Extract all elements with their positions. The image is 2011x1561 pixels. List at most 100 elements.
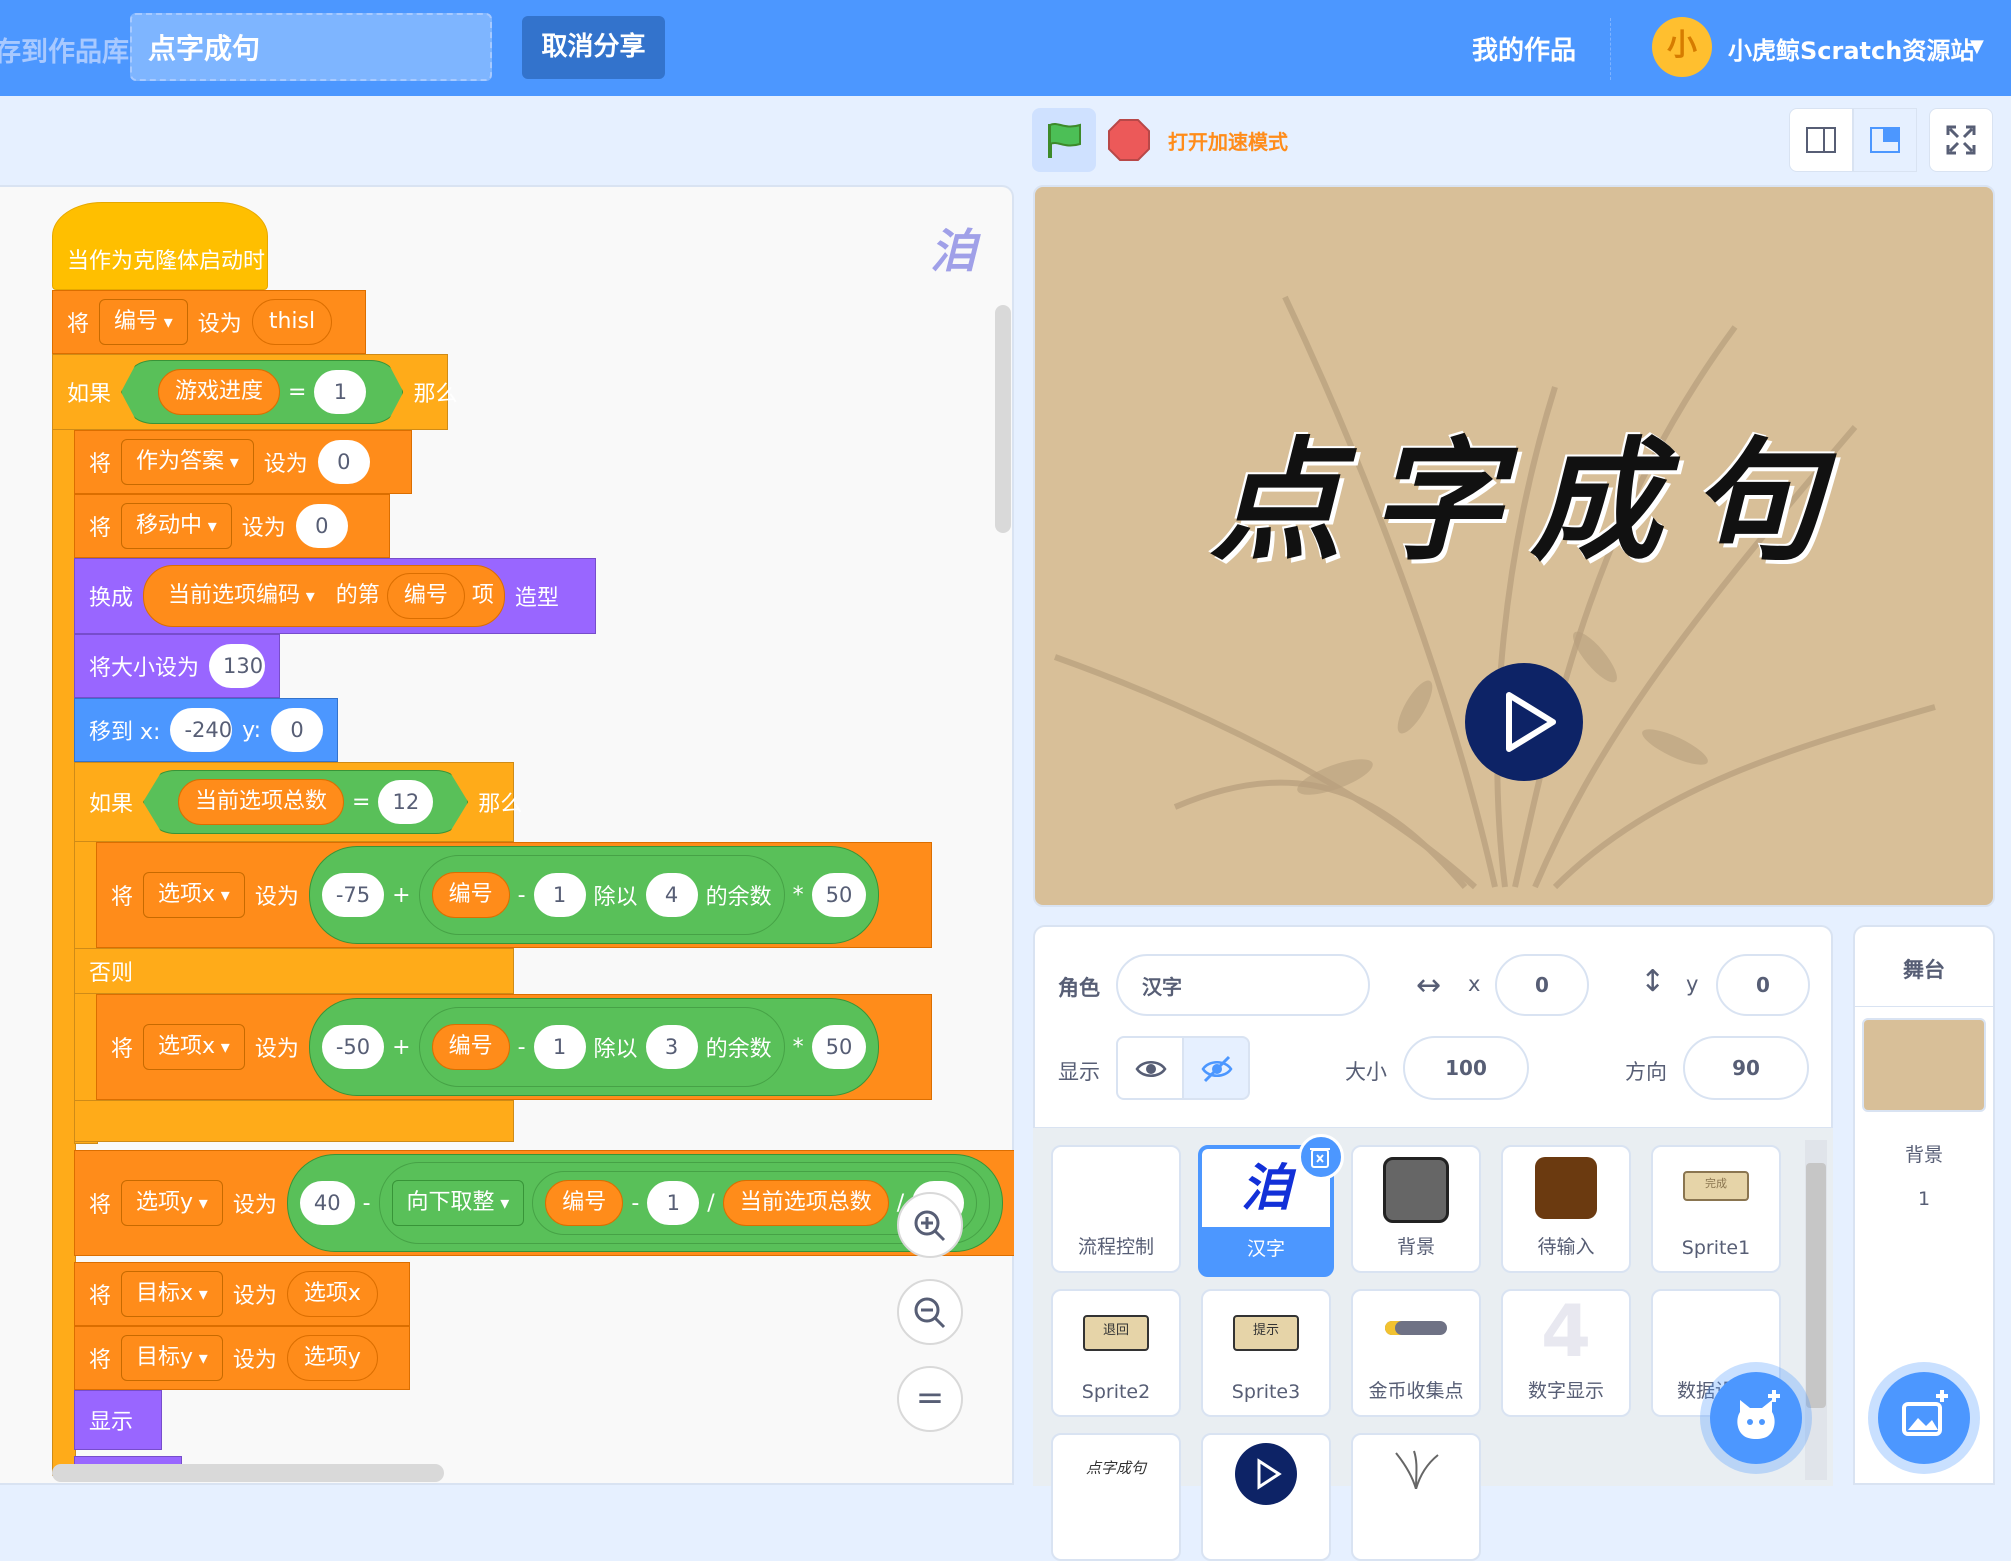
- zoom-out-button[interactable]: [897, 1279, 963, 1345]
- number-input[interactable]: 12: [378, 780, 434, 824]
- y-input[interactable]: 0: [271, 708, 323, 752]
- set-size-block[interactable]: 将大小设为 130: [74, 634, 280, 698]
- number-input[interactable]: 40: [299, 1181, 355, 1225]
- zoom-reset-button[interactable]: =: [897, 1366, 963, 1432]
- item-of-list-reporter[interactable]: 当前选项编码 的第 编号 项: [143, 565, 505, 627]
- number-input[interactable]: 0: [317, 440, 370, 484]
- variable-dropdown[interactable]: 选项x: [143, 872, 245, 918]
- set-variable-block[interactable]: 将 移动中 设为 0: [74, 494, 390, 558]
- x-input[interactable]: [1495, 954, 1589, 1016]
- small-stage-button[interactable]: [1789, 108, 1853, 172]
- set-variable-block[interactable]: 将 作为答案 设为 0: [74, 430, 412, 494]
- multiply-operator[interactable]: -75 + 编号 - 1 除以 4 的余数 * 50: [308, 846, 880, 944]
- sprite-list-scrollbar[interactable]: [1806, 1163, 1826, 1408]
- sprite-tile[interactable]: [1201, 1433, 1331, 1561]
- set-variable-block[interactable]: 将 选项x 设为 -75 + 编号 - 1 除以 4 的余数 * 50: [96, 842, 932, 948]
- if-else-block[interactable]: 如果 当前选项总数 = 12 那么: [74, 762, 522, 842]
- set-variable-block[interactable]: 将 选项x 设为 -50 + 编号 - 1 除以 3 的余数 * 50: [96, 994, 932, 1100]
- sprite-tile[interactable]: 提示 Sprite3: [1201, 1289, 1331, 1417]
- equals-operator[interactable]: 游戏进度 = 1: [121, 360, 404, 424]
- set-variable-block[interactable]: 将 选项y 设为 40 - 向下取整 编号 - 1 / 当前选项总数 / 3: [74, 1150, 1014, 1256]
- variable-dropdown[interactable]: 作为答案: [121, 439, 254, 485]
- number-input[interactable]: 50: [811, 1025, 867, 1069]
- zoom-in-button[interactable]: [897, 1192, 963, 1258]
- variable-reporter[interactable]: 编号: [545, 1180, 624, 1226]
- unshare-button[interactable]: 取消分享: [522, 16, 665, 79]
- value-reporter[interactable]: thisl: [251, 299, 333, 345]
- hide-sprite-button[interactable]: [1182, 1036, 1250, 1100]
- account-name[interactable]: 小虎鲸Scratch资源站: [1728, 31, 1974, 66]
- math-function-dropdown[interactable]: 向下取整: [391, 1180, 525, 1226]
- sprite-tile[interactable]: [1351, 1433, 1481, 1561]
- add-backdrop-button[interactable]: [1878, 1372, 1970, 1464]
- variable-reporter[interactable]: 编号: [431, 1024, 510, 1070]
- my-works-link[interactable]: 我的作品: [1472, 30, 1576, 67]
- fullscreen-button[interactable]: [1929, 108, 1993, 172]
- variable-reporter[interactable]: 当前选项总数: [722, 1180, 889, 1226]
- direction-input[interactable]: [1683, 1036, 1809, 1100]
- project-title-input[interactable]: [130, 13, 492, 81]
- backdrop-thumbnail[interactable]: [1862, 1018, 1986, 1112]
- variable-reporter[interactable]: 当前选项总数: [178, 779, 345, 825]
- number-input[interactable]: -50: [321, 1025, 385, 1069]
- switch-costume-block[interactable]: 换成 当前选项编码 的第 编号 项 造型: [74, 558, 596, 634]
- list-dropdown[interactable]: 当前选项编码: [154, 574, 329, 618]
- horizontal-scrollbar[interactable]: [52, 1464, 444, 1482]
- variable-reporter[interactable]: 选项x: [286, 1271, 378, 1317]
- variable-dropdown[interactable]: 选项x: [143, 1024, 245, 1070]
- number-input[interactable]: 50: [811, 873, 867, 917]
- when-start-as-clone-block[interactable]: 当作为克隆体启动时: [52, 202, 268, 290]
- sprite-tile[interactable]: 待输入: [1501, 1145, 1631, 1273]
- equals-operator[interactable]: 当前选项总数 = 12: [143, 770, 469, 834]
- number-input[interactable]: 1: [533, 873, 586, 917]
- sprite-tile[interactable]: 点字成句: [1051, 1433, 1181, 1561]
- add-sprite-button[interactable]: [1710, 1372, 1802, 1464]
- variable-dropdown[interactable]: 移动中: [121, 503, 232, 549]
- avatar[interactable]: 小: [1652, 17, 1712, 77]
- normal-stage-button[interactable]: [1853, 108, 1917, 172]
- delete-sprite-button[interactable]: [1298, 1134, 1344, 1180]
- size-input[interactable]: [1403, 1036, 1529, 1100]
- sprite-name-input[interactable]: [1116, 954, 1370, 1016]
- x-input[interactable]: -240: [170, 708, 233, 752]
- vertical-scrollbar[interactable]: [995, 305, 1011, 533]
- number-input[interactable]: 0: [295, 504, 348, 548]
- turbo-mode-toggle[interactable]: 打开加速模式: [1168, 126, 1288, 155]
- if-block[interactable]: 如果 游戏进度 = 1 那么: [52, 354, 457, 430]
- mod-operator[interactable]: 编号 - 1 除以 4 的余数: [418, 855, 785, 935]
- save-to-library-link[interactable]: 存到作品库: [0, 30, 129, 69]
- show-sprite-button[interactable]: [1116, 1036, 1184, 1100]
- y-input[interactable]: [1716, 954, 1810, 1016]
- multiply-operator[interactable]: -50 + 编号 - 1 除以 3 的余数 * 50: [308, 998, 880, 1096]
- number-input[interactable]: 4: [645, 873, 698, 917]
- set-variable-block[interactable]: 将 编号 设为 thisl: [52, 290, 366, 354]
- chevron-down-icon[interactable]: ▼: [1970, 36, 1984, 57]
- set-variable-block[interactable]: 将 目标x 设为 选项x: [74, 1262, 410, 1326]
- number-input[interactable]: 1: [533, 1025, 586, 1069]
- variable-reporter[interactable]: 游戏进度: [158, 369, 281, 415]
- number-input[interactable]: -75: [321, 873, 385, 917]
- number-input[interactable]: 1: [314, 370, 367, 414]
- variable-dropdown[interactable]: 选项y: [121, 1180, 223, 1226]
- number-input[interactable]: 1: [647, 1181, 700, 1225]
- number-input[interactable]: 3: [645, 1025, 698, 1069]
- variable-reporter[interactable]: 编号: [431, 872, 510, 918]
- variable-dropdown[interactable]: 目标x: [121, 1271, 223, 1317]
- variable-dropdown[interactable]: 编号: [99, 299, 188, 345]
- sprite-tile[interactable]: 金币收集点: [1351, 1289, 1481, 1417]
- green-flag-button[interactable]: [1032, 108, 1096, 172]
- sprite-tile[interactable]: 退回 Sprite2: [1051, 1289, 1181, 1417]
- sprite-tile[interactable]: 完成 Sprite1: [1651, 1145, 1781, 1273]
- subtract-operator[interactable]: 40 - 向下取整 编号 - 1 / 当前选项总数 / 3: [286, 1154, 1004, 1252]
- sprite-tile[interactable]: 背景: [1351, 1145, 1481, 1273]
- variable-reporter[interactable]: 选项y: [286, 1335, 378, 1381]
- sprite-tile[interactable]: 流程控制: [1051, 1145, 1181, 1273]
- sprite-tile[interactable]: 4 数字显示: [1501, 1289, 1631, 1417]
- go-to-xy-block[interactable]: 移到 x: -240 y: 0: [74, 698, 338, 762]
- number-input[interactable]: 130: [209, 644, 265, 688]
- variable-dropdown[interactable]: 目标y: [121, 1335, 223, 1381]
- show-block[interactable]: 显示: [74, 1390, 162, 1450]
- set-variable-block[interactable]: 将 目标y 设为 选项y: [74, 1326, 410, 1390]
- play-button[interactable]: [1465, 663, 1583, 781]
- mod-operator[interactable]: 编号 - 1 除以 3 的余数: [418, 1007, 785, 1087]
